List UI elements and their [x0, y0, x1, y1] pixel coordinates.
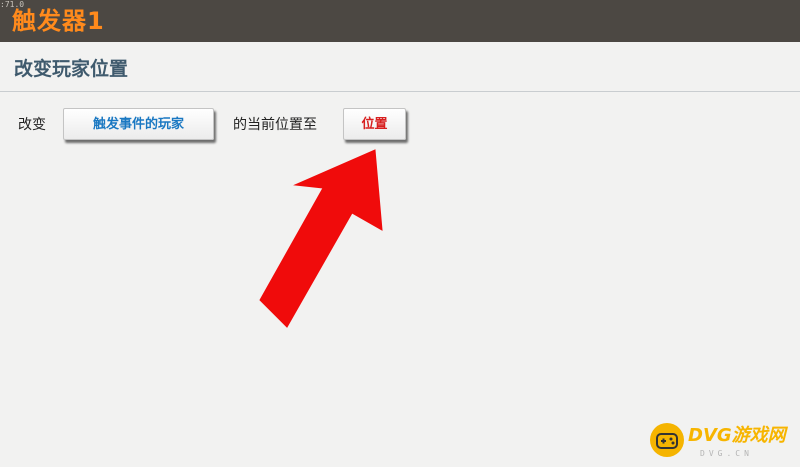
- watermark-brand: DVG游戏网: [688, 425, 786, 446]
- gamepad-icon: [650, 423, 684, 457]
- watermark-domain: DVG.CN: [700, 449, 753, 458]
- watermark-logo: DVG游戏网 DVG.CN: [650, 419, 800, 467]
- pointer-arrow: [259, 149, 383, 328]
- pointer-arrow-shape: [259, 149, 383, 328]
